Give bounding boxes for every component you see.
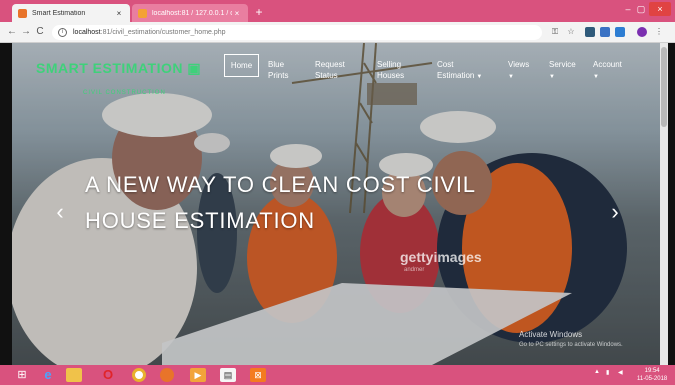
headline-line-2: HOUSE ESTIMATION	[85, 208, 315, 233]
image-watermark: gettyimages	[400, 249, 482, 265]
extension-icon[interactable]	[600, 27, 610, 37]
photos-app-icon[interactable]: ▤	[220, 368, 236, 382]
nav-label: Home	[230, 61, 253, 70]
file-explorer-icon[interactable]	[66, 368, 82, 382]
scrollbar-thumb[interactable]	[661, 47, 667, 127]
browser-tab-strip: Smart Estimation × localhost:81 / 127.0.…	[0, 0, 675, 22]
hero-headline: A NEW WAY TO CLEAN COST CIVIL HOUSE ESTI…	[85, 167, 476, 239]
xampp-icon[interactable]: ⊠	[250, 368, 266, 382]
back-button[interactable]: ←	[6, 26, 18, 37]
nav-label: Views	[508, 60, 530, 69]
dropdown-caret-icon: ▼	[508, 74, 514, 80]
bookmark-star-icon[interactable]: ☆	[566, 27, 576, 37]
logo-icon: ▣	[187, 60, 202, 76]
brand-tagline: CIVIL CONSTRUCTION	[83, 90, 166, 96]
nav-label: Blue Prints	[268, 60, 289, 80]
tab-phpmyadmin[interactable]: localhost:81 / 127.0.0.1 / civil_es ×	[132, 4, 248, 22]
extension-icon[interactable]	[585, 27, 595, 37]
brand-name: SMART ESTIMATION	[36, 60, 183, 76]
address-bar[interactable]: i localhost:81/civil_estimation/customer…	[52, 25, 542, 40]
nav-label: Selling Houses	[377, 60, 405, 80]
site-favicon-icon	[18, 8, 27, 18]
hero-carousel: SMART ESTIMATION ▣ CIVIL CONSTRUCTION Ho…	[12, 43, 660, 365]
clock-time: 19:54	[644, 368, 660, 374]
nav-blue-prints[interactable]: Blue Prints	[268, 59, 288, 81]
new-tab-button[interactable]: +	[252, 5, 266, 19]
taskbar-clock[interactable]: 19:54 11-05-2018	[637, 367, 667, 383]
nav-cost-estimation[interactable]: Cost Estimation ▼	[437, 59, 482, 83]
nav-label: Account	[593, 60, 622, 69]
headline-line-1: A NEW WAY TO CLEAN COST CIVIL	[85, 172, 476, 197]
media-player-icon[interactable]: ▶	[190, 368, 206, 382]
clock-date: 11-05-2018	[637, 376, 668, 382]
screen: Smart Estimation × localhost:81 / 127.0.…	[0, 0, 675, 385]
phpmyadmin-favicon-icon	[138, 8, 147, 18]
opera-icon[interactable]: O	[100, 368, 116, 382]
browser-menu-icon[interactable]: ⋮	[654, 27, 664, 37]
close-window-button[interactable]: ×	[649, 2, 671, 16]
browser-toolbar: ← → C i localhost:81/civil_estimation/cu…	[0, 22, 675, 43]
nav-service[interactable]: Service ▼	[549, 59, 576, 83]
minimize-button[interactable]: –	[621, 2, 635, 16]
watermark-credit: andmer	[404, 267, 425, 273]
site-info-icon[interactable]: i	[58, 28, 67, 37]
nav-selling-houses[interactable]: Selling Houses	[377, 59, 404, 81]
carousel-prev-button[interactable]: ‹	[52, 199, 68, 225]
tab-smart-estimation[interactable]: Smart Estimation ×	[12, 4, 130, 22]
internet-explorer-icon[interactable]: e	[40, 368, 56, 382]
nav-account[interactable]: Account ▼	[593, 59, 622, 83]
tab-close-icon[interactable]: ×	[114, 9, 124, 18]
activate-windows-subtitle: Go to PC settings to activate Windows.	[519, 342, 623, 348]
url-path: :81/civil_estimation/customer_home.php	[100, 29, 226, 36]
nav-home[interactable]: Home	[224, 54, 259, 77]
chrome-icon[interactable]	[132, 368, 146, 382]
dropdown-caret-icon: ▼	[476, 74, 483, 80]
activate-windows-title: Activate Windows	[519, 330, 583, 339]
dropdown-caret-icon: ▼	[549, 74, 555, 80]
dropdown-caret-icon: ▼	[593, 74, 599, 80]
page-scrollbar[interactable]	[660, 43, 668, 365]
maximize-button[interactable]: ▢	[634, 2, 648, 16]
volume-icon[interactable]: ◀	[618, 369, 623, 376]
tab-title: Smart Estimation	[32, 9, 86, 17]
site-logo[interactable]: SMART ESTIMATION ▣	[36, 60, 201, 77]
url-host: localhost	[73, 29, 101, 36]
forward-button[interactable]: →	[20, 26, 32, 37]
tab-title: localhost:81 / 127.0.0.1 / civil_es	[152, 9, 232, 17]
reload-button[interactable]: C	[34, 26, 46, 37]
network-icon[interactable]: ▮	[606, 369, 609, 376]
profile-avatar[interactable]	[637, 27, 647, 37]
nav-label: Service	[549, 60, 576, 69]
nav-views[interactable]: Views ▼	[508, 59, 529, 83]
extension-icon[interactable]	[615, 27, 625, 37]
windows-taskbar: ⊞ e O ▶ ▤ ⊠ ▲ ▮ ◀ 19:54 11-05-2018	[0, 365, 675, 385]
tab-close-icon[interactable]: ×	[232, 9, 242, 18]
firefox-icon[interactable]	[160, 368, 174, 382]
key-icon[interactable]: ⚿	[550, 27, 560, 37]
nav-label: Request Status	[315, 60, 345, 80]
nav-label: Cost Estimation	[437, 60, 475, 80]
start-button-icon[interactable]: ⊞	[14, 368, 30, 382]
nav-request-status[interactable]: Request Status	[315, 59, 345, 81]
carousel-next-button[interactable]: ›	[607, 199, 623, 225]
tray-expand-icon[interactable]: ▲	[594, 369, 600, 375]
